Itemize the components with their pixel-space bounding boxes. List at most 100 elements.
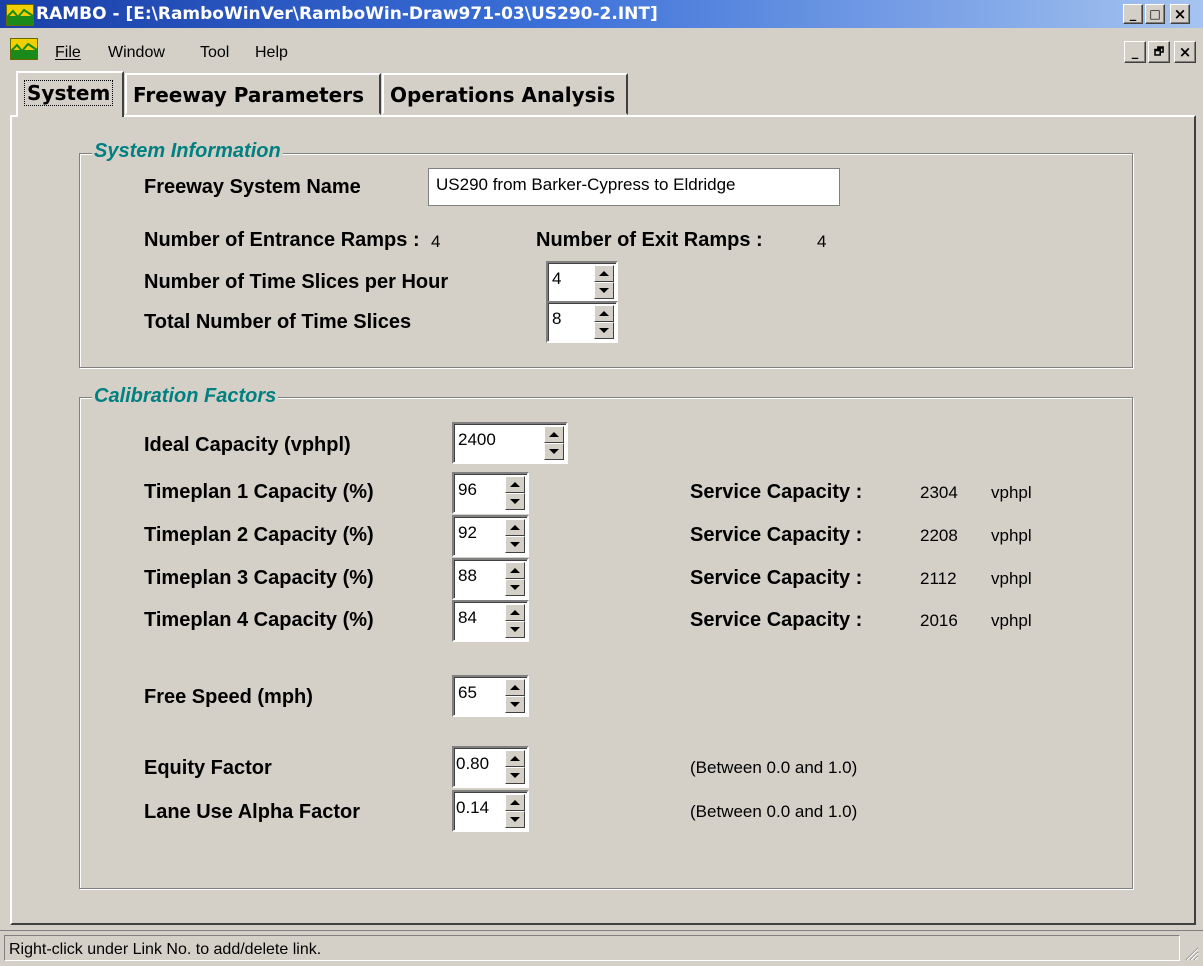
spin-down-button[interactable] — [505, 696, 525, 713]
service-capacity-3-label: Service Capacity : — [690, 567, 863, 589]
service-capacity-4-unit: vphpl — [991, 611, 1032, 630]
exit-ramps-label: Number of Exit Ramps : — [536, 229, 763, 251]
close-button[interactable]: × — [1170, 4, 1190, 24]
arrow-up-icon — [510, 800, 520, 805]
tab-freeway-parameters[interactable]: Freeway Parameters — [125, 73, 381, 115]
spin-down-button[interactable] — [505, 536, 525, 553]
resize-grip-icon[interactable] — [1183, 945, 1199, 961]
calibration-factors-legend: Calibration Factors — [92, 385, 279, 408]
arrow-down-icon — [510, 702, 520, 707]
document-icon[interactable] — [10, 38, 38, 60]
child-restore-button[interactable]: 🗗 — [1148, 41, 1170, 63]
timeplan-4-label: Timeplan 4 Capacity (%) — [144, 609, 374, 631]
arrow-up-icon — [510, 525, 520, 530]
spin-down-button[interactable] — [505, 811, 525, 828]
spin-down-button[interactable] — [505, 621, 525, 638]
equity-factor-label: Equity Factor — [144, 757, 272, 779]
total-slices-value: 8 — [552, 309, 562, 328]
free-speed-spinner[interactable]: 65 — [452, 675, 529, 717]
timeplan-4-spinner[interactable]: 84 — [452, 600, 529, 642]
arrow-up-icon — [510, 685, 520, 690]
lane-use-alpha-hint: (Between 0.0 and 1.0) — [690, 802, 858, 821]
spin-up-button[interactable] — [505, 604, 525, 621]
equity-factor-hint: (Between 0.0 and 1.0) — [690, 758, 858, 777]
spin-up-button[interactable] — [594, 305, 614, 322]
timeplan-4-value: 84 — [458, 608, 477, 627]
service-capacity-3-unit: vphpl — [991, 569, 1032, 588]
tab-system-label: System — [24, 80, 114, 106]
menu-help-label: Help — [255, 44, 288, 61]
spin-up-button[interactable] — [505, 476, 525, 493]
arrow-up-icon — [549, 432, 559, 437]
lane-use-alpha-spinner[interactable]: 0.14 — [452, 790, 529, 832]
entrance-ramps-label: Number of Entrance Ramps : — [144, 229, 420, 251]
arrow-up-icon — [599, 271, 609, 276]
menu-file[interactable]: File — [55, 44, 81, 62]
lane-use-alpha-value: 0.14 — [456, 798, 490, 817]
spin-down-button[interactable] — [505, 493, 525, 510]
child-close-button[interactable]: × — [1174, 41, 1196, 63]
entrance-ramps-value: 4 — [431, 232, 441, 251]
equity-factor-value: 0.80 — [456, 754, 490, 773]
arrow-down-icon — [549, 449, 559, 454]
lane-use-alpha-label: Lane Use Alpha Factor — [144, 801, 360, 823]
slices-per-hour-label: Number of Time Slices per Hour — [144, 271, 449, 293]
total-slices-spinner[interactable]: 8 — [546, 301, 618, 343]
minimize-button[interactable]: _ — [1123, 4, 1143, 24]
arrow-up-icon — [599, 311, 609, 316]
menu-file-label: File — [55, 44, 81, 61]
timeplan-2-spinner[interactable]: 92 — [452, 515, 529, 557]
freeway-system-name-input[interactable]: US290 from Barker-Cypress to Eldridge — [428, 168, 840, 206]
status-text: Right-click under Link No. to add/delete… — [4, 935, 1180, 961]
timeplan-1-spinner[interactable]: 96 — [452, 472, 529, 514]
menu-window-label: Window — [108, 44, 165, 61]
exit-ramps-value: 4 — [817, 232, 827, 251]
menu-help[interactable]: Help — [255, 44, 288, 62]
menu-tool[interactable]: Tool — [200, 44, 229, 62]
spin-up-button[interactable] — [505, 750, 525, 767]
spin-up-button[interactable] — [505, 794, 525, 811]
maximize-button[interactable]: □ — [1145, 4, 1165, 24]
spin-up-button[interactable] — [544, 426, 564, 443]
arrow-down-icon — [599, 328, 609, 333]
ideal-capacity-label: Ideal Capacity (vphpl) — [144, 434, 351, 456]
equity-factor-spinner[interactable]: 0.80 — [452, 746, 529, 788]
timeplan-3-spinner[interactable]: 88 — [452, 558, 529, 600]
service-capacity-1-label: Service Capacity : — [690, 481, 863, 503]
child-minimize-button[interactable]: _ — [1124, 41, 1146, 63]
spin-down-button[interactable] — [544, 443, 564, 460]
menu-window[interactable]: Window — [108, 44, 165, 62]
service-capacity-2-label: Service Capacity : — [690, 524, 863, 546]
app-icon[interactable] — [6, 4, 34, 26]
total-slices-label: Total Number of Time Slices — [144, 311, 412, 333]
slices-per-hour-value: 4 — [552, 269, 562, 288]
window-title: RAMBO - [E:\RamboWinVer\RamboWin-Draw971… — [36, 4, 658, 24]
spin-down-button[interactable] — [594, 322, 614, 339]
spin-down-button[interactable] — [594, 282, 614, 299]
menu-tool-label: Tool — [200, 44, 230, 61]
slices-per-hour-spinner[interactable]: 4 — [546, 261, 618, 303]
arrow-up-icon — [510, 568, 520, 573]
timeplan-3-label: Timeplan 3 Capacity (%) — [144, 567, 374, 589]
service-capacity-3-value: 2112 — [920, 569, 957, 588]
ideal-capacity-spinner[interactable]: 2400 — [452, 422, 568, 464]
menu-bar — [0, 28, 1203, 64]
arrow-up-icon — [510, 756, 520, 761]
service-capacity-4-value: 2016 — [920, 611, 958, 630]
spin-down-button[interactable] — [505, 767, 525, 784]
spin-down-button[interactable] — [505, 579, 525, 596]
spin-up-button[interactable] — [505, 679, 525, 696]
service-capacity-2-unit: vphpl — [991, 526, 1032, 545]
timeplan-2-value: 92 — [458, 523, 477, 542]
tab-operations-analysis[interactable]: Operations Analysis — [382, 73, 628, 115]
timeplan-3-value: 88 — [458, 566, 477, 585]
arrow-up-icon — [510, 610, 520, 615]
timeplan-1-value: 96 — [458, 480, 477, 499]
spin-up-button[interactable] — [505, 562, 525, 579]
spin-up-button[interactable] — [594, 265, 614, 282]
free-speed-value: 65 — [458, 683, 477, 702]
free-speed-label: Free Speed (mph) — [144, 686, 313, 708]
tab-system[interactable]: System — [16, 71, 124, 117]
timeplan-2-label: Timeplan 2 Capacity (%) — [144, 524, 374, 546]
spin-up-button[interactable] — [505, 519, 525, 536]
